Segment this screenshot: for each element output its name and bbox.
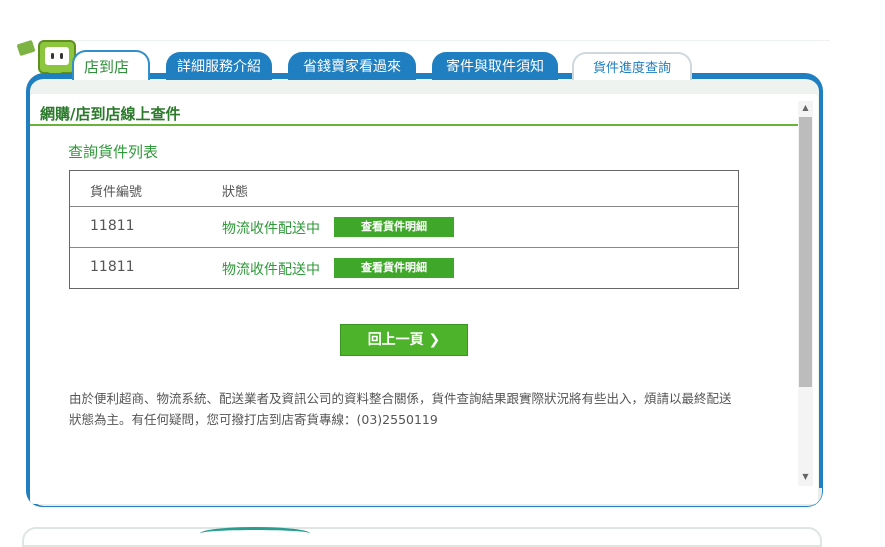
notice-text: 由於便利超商、物流系統、配送業者及資訊公司的資料整合關係，貨件查詢結果跟實際狀況… — [69, 391, 732, 427]
header-status: 狀態 — [222, 185, 249, 200]
header-number: 貨件編號 — [90, 185, 143, 200]
tab-service[interactable]: 詳細服務介紹 — [166, 52, 272, 80]
list-subtitle: 查詢貨件列表 — [68, 143, 159, 161]
triangle-down-icon[interactable]: ▼ — [798, 470, 813, 484]
shipment-number: 11811 — [90, 218, 135, 234]
section-title: 網購/店到店線上查件 — [40, 105, 181, 123]
tab-home[interactable]: 店到店 — [72, 50, 150, 80]
table-row: 11811 物流收件配送中 查看貨件明細 — [70, 207, 738, 248]
back-button[interactable]: 回上一頁 ❯ — [340, 324, 468, 356]
table-header-row: 貨件編號 狀態 — [70, 171, 738, 207]
view-detail-button[interactable]: 查看貨件明細 — [334, 258, 454, 278]
tab-tracking[interactable]: 貨件進度查詢 — [572, 52, 692, 80]
view-detail-button[interactable]: 查看貨件明細 — [334, 217, 454, 237]
flag-icon — [16, 39, 36, 57]
tab-rules[interactable]: 寄件與取件須知 — [432, 52, 558, 80]
section-divider — [30, 124, 798, 126]
footer-panel — [22, 527, 822, 547]
shipment-status: 物流收件配送中 — [222, 221, 320, 237]
footer-swoosh — [200, 527, 310, 540]
triangle-up-icon[interactable]: ▲ — [798, 101, 813, 115]
shipment-status: 物流收件配送中 — [222, 262, 320, 278]
mascot-eye-right — [60, 53, 63, 59]
table-row: 11811 物流收件配送中 查看貨件明細 — [70, 248, 738, 288]
shipment-number: 11811 — [90, 259, 135, 275]
scrollbar-thumb[interactable] — [799, 117, 812, 387]
top-divider — [60, 40, 830, 41]
mascot-eye-left — [51, 53, 54, 59]
tab-sellers[interactable]: 省錢賣家看過來 — [288, 52, 416, 80]
shipment-table: 貨件編號 狀態 11811 物流收件配送中 查看貨件明細 11811 物流收件配… — [69, 170, 739, 289]
mascot-head — [38, 40, 76, 74]
mascot-face — [45, 47, 69, 65]
